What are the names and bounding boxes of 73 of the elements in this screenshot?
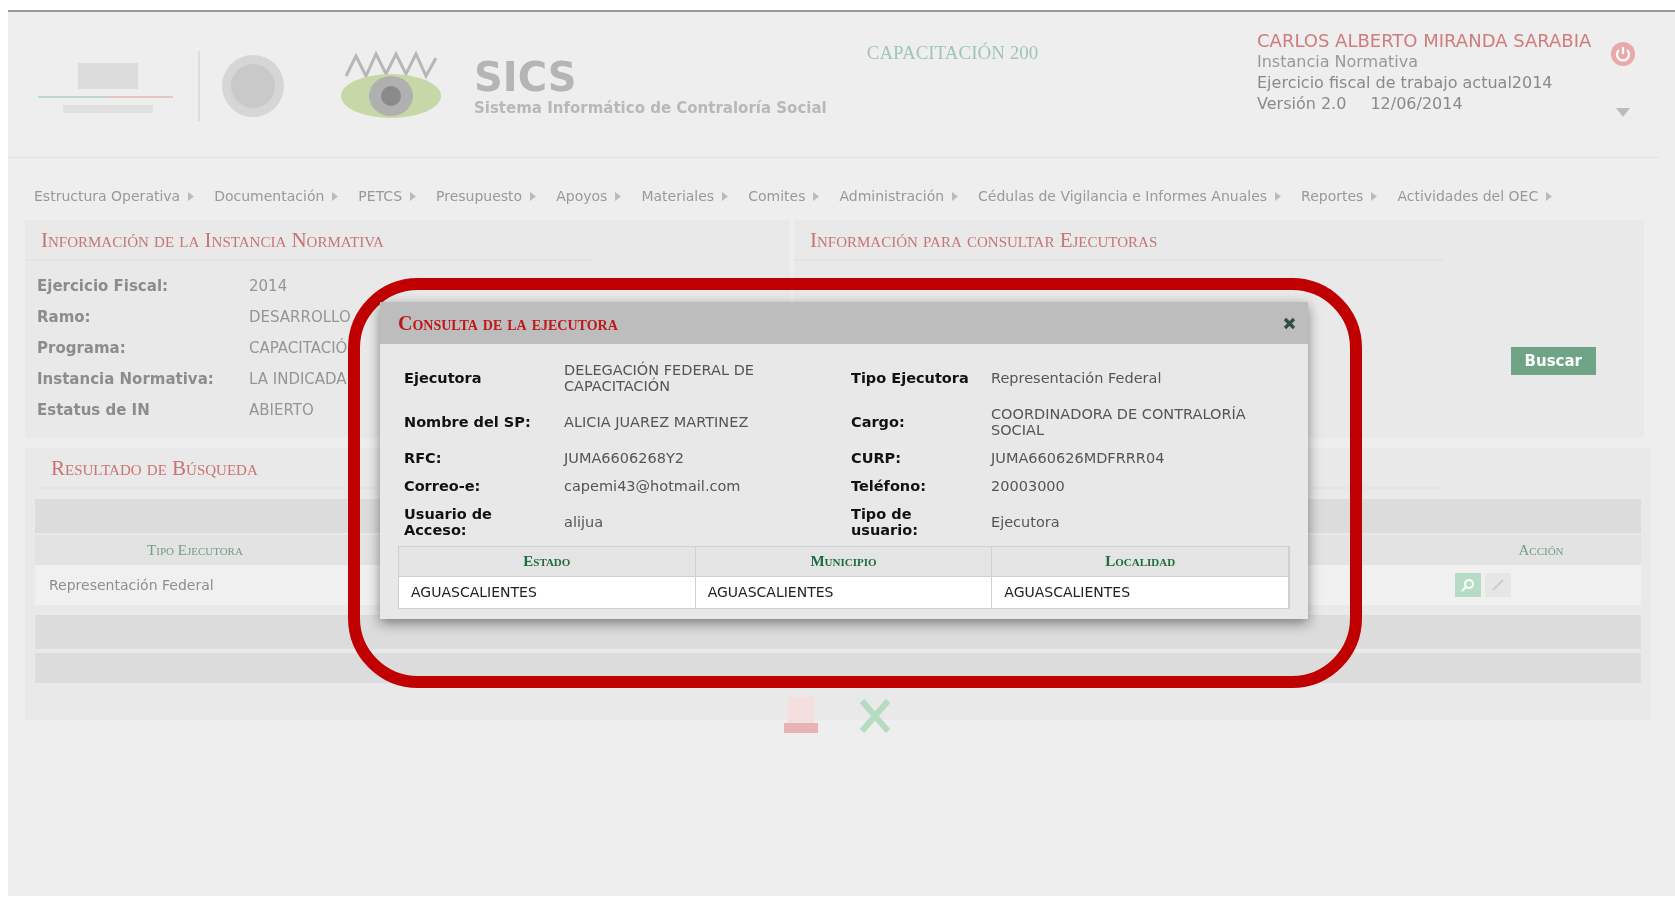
power-icon[interactable] [1611,42,1635,66]
dropdown-caret-icon[interactable] [1616,108,1630,117]
field-label: Instancia Normativa: [37,370,214,388]
close-button[interactable] [1283,316,1296,330]
field-value: 2014 [249,277,288,295]
menu-item[interactable]: Cédulas de Vigilancia e Informes Anuales [978,184,1282,208]
menu-item[interactable]: Estructura Operativa [34,184,195,208]
dialog-title: Consulta de la ejecutora [398,311,618,335]
panel-title: Información para consultar Ejecutoras [794,228,1444,261]
program-name: CAPACITACIÓN 200 [866,42,1040,64]
menu-item[interactable]: PETCS [358,184,417,208]
version: Versión 2.0 [1257,93,1347,114]
search-icon [1461,578,1475,592]
edit-button[interactable] [1485,573,1511,597]
field-label: Nombre del SP: [404,414,531,430]
menu-item[interactable]: Administración [839,184,959,208]
table-cell: AGUASCALIENTES [992,576,1289,608]
menu-item[interactable]: Reportes [1301,184,1378,208]
field-label: Usuario de Acceso: [404,506,493,538]
caret-icon [188,191,195,201]
close-icon [1283,316,1296,330]
menu-item[interactable]: Materiales [641,184,729,208]
caret-icon [410,191,417,201]
field-label: Tipo de usuario: [851,506,919,538]
column-header: Localidad [992,547,1289,576]
menu-item[interactable]: Apoyos [556,184,622,208]
pdf-icon[interactable] [784,697,818,735]
caret-icon [615,191,622,201]
field-label: Ejecutora [404,370,482,386]
fiscal-year: Ejercicio fiscal de trabajo actual2014 [1257,72,1554,93]
date: 12/06/2014 [1370,93,1463,114]
field-label: Ejercicio Fiscal: [37,277,169,295]
field-value: ABIERTO [249,401,314,419]
view-button[interactable] [1455,573,1481,597]
field-value: CAPACITACIÓ [249,339,348,357]
panel-title: Información de la Instancia Normativa [25,228,590,261]
menu-item[interactable]: Documentación [214,184,339,208]
table-cell: AGUASCALIENTES [695,576,993,608]
field-value: LA INDICADA [249,370,347,388]
caret-icon [952,191,959,201]
caret-icon [722,191,729,201]
caret-icon [1371,191,1378,201]
table-cell-text: Representación Federal [48,577,215,593]
user-role: Instancia Normativa [1257,51,1419,72]
field-label: Estatus de IN [37,401,150,419]
menu-item[interactable]: Presupuesto [436,184,537,208]
menu-item[interactable]: Comites [748,184,820,208]
table-cell: AGUASCALIENTES [399,576,696,608]
column-header: Tipo Ejecutora [146,541,244,559]
pencil-icon [1492,579,1504,591]
field-value: DESARROLLO [249,308,351,326]
field-value: ALICIA JUAREZ MARTINEZ [564,414,749,430]
field-value: DELEGACIÓN FEDERAL DE CAPACITACIÓN [564,362,755,394]
caret-icon [332,191,339,201]
menu-item[interactable]: Actividades del OEC [1397,184,1553,208]
search-button[interactable]: Buscar [1510,347,1596,375]
app-title: SICS [474,55,578,99]
column-header: Acción [1517,541,1565,559]
user-name: CARLOS ALBERTO MIRANDA SARABIA [1257,30,1593,51]
field-label: Cargo: [851,414,905,430]
caret-icon [1275,191,1282,201]
field-value: Representación Federal [991,370,1162,386]
caret-icon [530,191,537,201]
field-label: Ramo: [37,308,91,326]
field-label: Programa: [37,339,126,357]
field-value: COORDINADORA DE CONTRALORÍA SOCIAL [991,406,1247,438]
caret-icon [813,191,820,201]
column-header: Estado [399,547,696,576]
column-header: Municipio [695,547,993,576]
caret-icon [1546,191,1553,201]
field-value: Ejecutora [991,514,1060,530]
field-label: Tipo Ejecutora [851,370,969,386]
field-value: alijua [564,514,604,530]
